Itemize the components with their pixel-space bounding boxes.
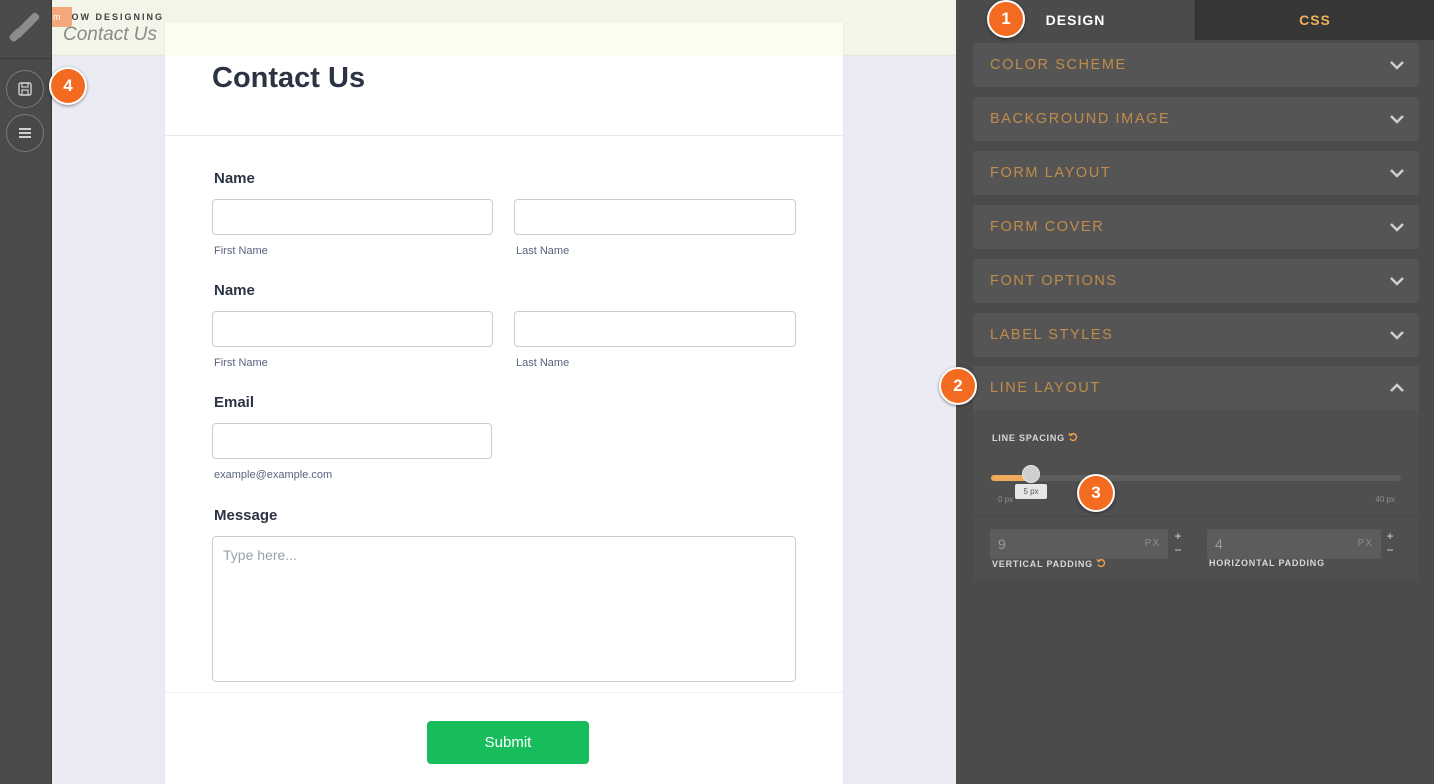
section-line-layout: LINE LAYOUT LINE SPACING 5 px 0 px 40 px…	[973, 366, 1419, 580]
slider-min-label: 0 px	[998, 495, 1014, 504]
message-label: Message	[214, 507, 278, 524]
email-sublabel: example@example.com	[214, 469, 333, 481]
now-designing-label: NOW DESIGNING	[63, 12, 165, 22]
chevron-up-icon	[1390, 383, 1404, 392]
chevron-down-icon	[1390, 115, 1404, 124]
jotform-logo-icon[interactable]	[8, 10, 42, 46]
slider-handle[interactable]	[1022, 465, 1040, 483]
section-form-layout[interactable]: FORM LAYOUT	[973, 151, 1419, 195]
chevron-down-icon	[1390, 331, 1404, 340]
left-rail	[0, 0, 52, 784]
section-color-scheme[interactable]: COLOR SCHEME	[973, 43, 1419, 87]
header-divider	[165, 135, 843, 136]
last-name-input-2[interactable]	[514, 311, 796, 347]
horizontal-padding-label: HORIZONTAL PADDING	[1209, 558, 1325, 568]
submit-button[interactable]: Submit	[427, 721, 589, 764]
annotation-badge-4: 4	[49, 67, 87, 105]
name-label-2: Name	[214, 282, 255, 299]
last-name-input[interactable]	[514, 199, 796, 235]
first-name-input-2[interactable]	[212, 311, 493, 347]
menu-icon	[19, 128, 31, 138]
horizontal-padding-unit: PX	[1357, 538, 1373, 549]
vertical-padding-label: VERTICAL PADDING	[992, 558, 1106, 569]
vertical-padding-value: 9	[998, 536, 1006, 552]
section-label: COLOR SCHEME	[990, 57, 1127, 73]
last-name-sublabel-2: Last Name	[516, 357, 570, 369]
email-input[interactable]	[212, 423, 492, 459]
vertical-padding-decrease[interactable]: −	[1169, 543, 1187, 557]
vertical-padding-increase[interactable]: +	[1169, 529, 1187, 543]
message-placeholder: Type here...	[223, 547, 297, 563]
line-spacing-slider-track[interactable]	[991, 475, 1401, 481]
slider-max-label: 40 px	[1375, 495, 1395, 504]
first-name-sublabel-2: First Name	[214, 357, 268, 369]
horizontal-padding-input[interactable]: 4 PX	[1207, 529, 1381, 559]
last-name-sublabel: Last Name	[516, 245, 570, 257]
section-label: FORM COVER	[990, 219, 1105, 235]
horizontal-padding-value: 4	[1215, 536, 1223, 552]
first-name-input[interactable]	[212, 199, 493, 235]
chevron-down-icon	[1390, 223, 1404, 232]
section-label: LABEL STYLES	[990, 327, 1114, 343]
horizontal-padding-increase[interactable]: +	[1381, 529, 1399, 543]
annotation-badge-1: 1	[987, 0, 1025, 38]
horizontal-padding-stepper: + −	[1381, 529, 1399, 559]
save-icon	[18, 82, 32, 96]
section-label: LINE LAYOUT	[990, 380, 1101, 396]
form-title[interactable]: Contact Us	[212, 62, 365, 95]
orange-tab[interactable]: m	[52, 7, 72, 27]
form-card-top	[165, 22, 843, 56]
line-layout-header[interactable]: LINE LAYOUT	[973, 366, 1419, 410]
line-layout-body: LINE SPACING 5 px 0 px 40 px 9 PX + − VE…	[973, 410, 1419, 580]
tab-css[interactable]: CSS	[1195, 0, 1434, 40]
section-label: FORM LAYOUT	[990, 165, 1112, 181]
name-label: Name	[214, 170, 255, 187]
message-textarea[interactable]: Type here...	[212, 536, 796, 682]
annotation-badge-2: 2	[939, 367, 977, 405]
email-label: Email	[214, 394, 255, 411]
section-font-options[interactable]: FONT OPTIONS	[973, 259, 1419, 303]
vertical-padding-input[interactable]: 9 PX	[990, 529, 1168, 559]
reset-icon[interactable]	[1068, 432, 1078, 442]
vertical-padding-text: VERTICAL PADDING	[992, 559, 1093, 569]
rail-divider	[0, 58, 52, 59]
section-label-styles[interactable]: LABEL STYLES	[973, 313, 1419, 357]
form-preview: Contact Us Name First Name Last Name Nam…	[165, 22, 843, 784]
first-name-sublabel: First Name	[214, 245, 268, 257]
reset-icon[interactable]	[1096, 558, 1106, 568]
annotation-badge-3: 3	[1077, 474, 1115, 512]
chevron-down-icon	[1390, 61, 1404, 70]
section-label: FONT OPTIONS	[990, 273, 1118, 289]
footer-divider	[165, 692, 843, 693]
chevron-down-icon	[1390, 277, 1404, 286]
vertical-padding-unit: PX	[1144, 538, 1160, 549]
section-background-image[interactable]: BACKGROUND IMAGE	[973, 97, 1419, 141]
panel-tabs: DESIGN CSS	[956, 0, 1434, 40]
horizontal-padding-decrease[interactable]: −	[1381, 543, 1399, 557]
save-button[interactable]	[6, 70, 44, 108]
form-name[interactable]: Contact Us	[63, 24, 157, 46]
inner-divider	[973, 516, 1419, 517]
line-spacing-label: LINE SPACING	[992, 432, 1078, 443]
vertical-padding-stepper: + −	[1169, 529, 1187, 559]
section-form-cover[interactable]: FORM COVER	[973, 205, 1419, 249]
section-label: BACKGROUND IMAGE	[990, 111, 1171, 127]
slider-value-tooltip: 5 px	[1015, 484, 1047, 499]
line-spacing-text: LINE SPACING	[992, 433, 1065, 443]
menu-button[interactable]	[6, 114, 44, 152]
designer-panel: DESIGN CSS COLOR SCHEME BACKGROUND IMAGE…	[956, 0, 1434, 784]
chevron-down-icon	[1390, 169, 1404, 178]
